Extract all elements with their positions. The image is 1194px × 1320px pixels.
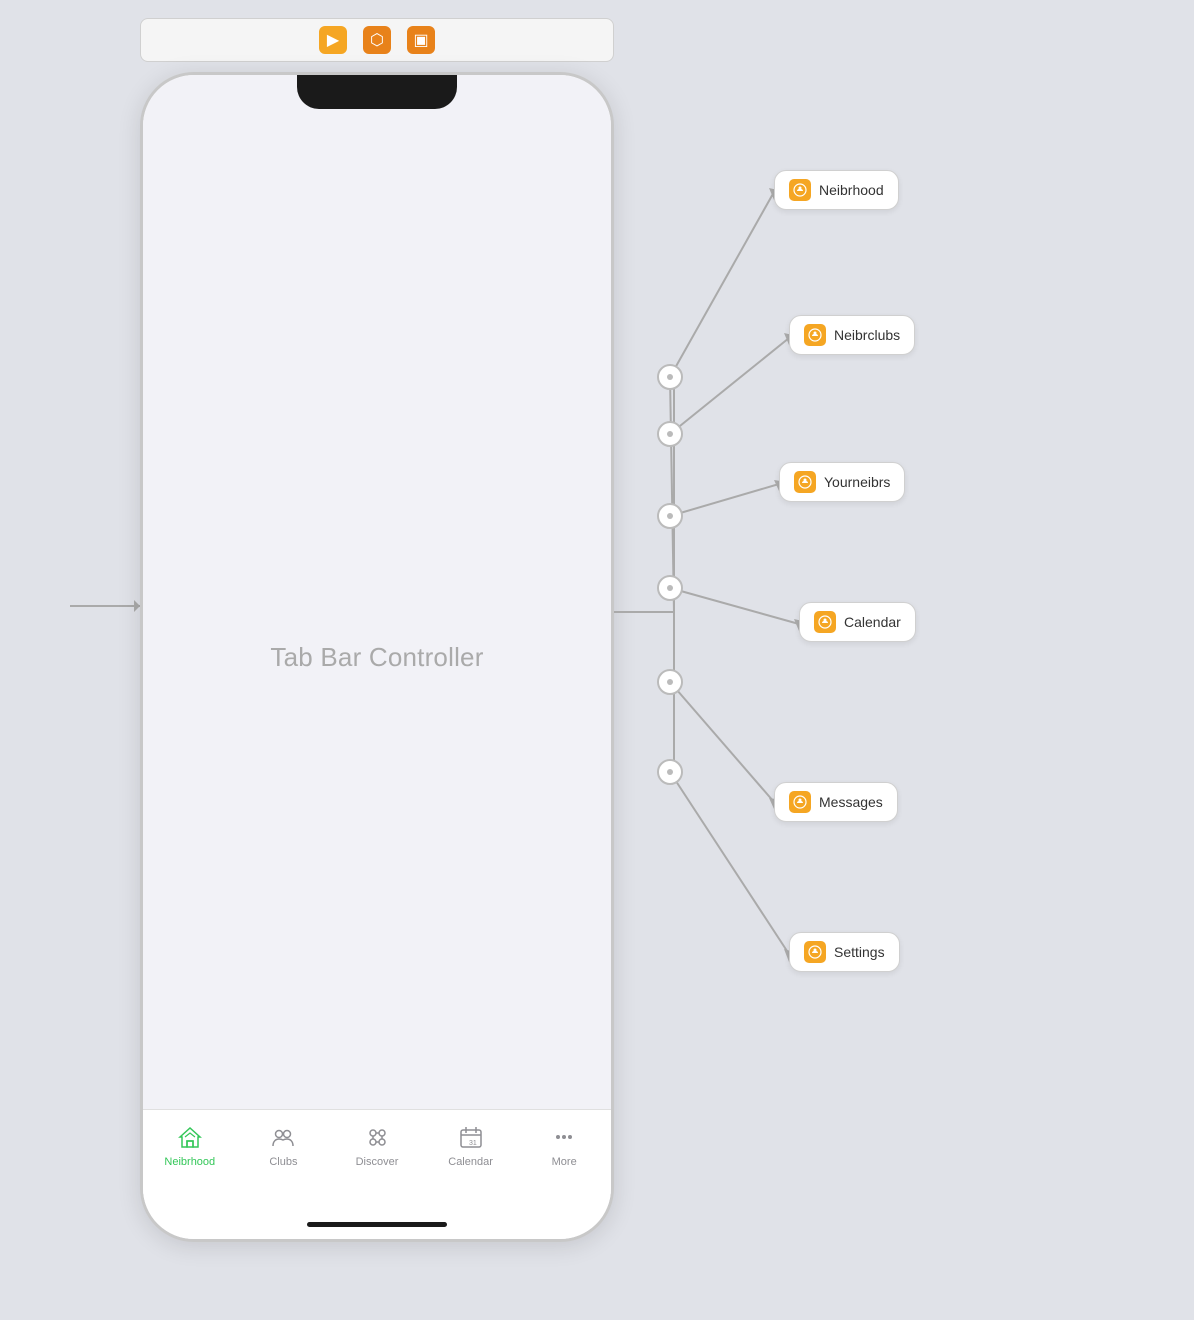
diagram-canvas: Neibrhood Neibrclubs Yourneibrs bbox=[614, 72, 1194, 1242]
tab-more[interactable]: More bbox=[517, 1122, 611, 1168]
scheme-icon[interactable]: ▣ bbox=[407, 26, 435, 54]
clubs-tab-icon bbox=[268, 1122, 298, 1152]
tab-bar: Neibrhood Clubs bbox=[143, 1109, 611, 1239]
clubs-tab-label: Clubs bbox=[269, 1156, 297, 1168]
messages-vc-label: Messages bbox=[819, 794, 883, 810]
home-indicator bbox=[307, 1222, 447, 1227]
vc-node-messages[interactable]: Messages bbox=[774, 782, 898, 822]
yourneibrs-vc-icon bbox=[794, 471, 816, 493]
connector-settings bbox=[657, 759, 683, 785]
xcode-toolbar: ▶ ⬡ ▣ bbox=[140, 18, 614, 62]
neibrhood-vc-label: Neibrhood bbox=[819, 182, 884, 198]
vc-node-settings[interactable]: Settings bbox=[789, 932, 900, 972]
vc-node-yourneibrs[interactable]: Yourneibrs bbox=[779, 462, 905, 502]
more-tab-label: More bbox=[552, 1156, 577, 1168]
svg-text:31: 31 bbox=[469, 1140, 477, 1147]
connector-yourneibrs bbox=[657, 503, 683, 529]
stop-icon[interactable]: ⬡ bbox=[363, 26, 391, 54]
connector-neibrclubs bbox=[657, 421, 683, 447]
settings-vc-label: Settings bbox=[834, 944, 885, 960]
yourneibrs-vc-label: Yourneibrs bbox=[824, 474, 890, 490]
connector-messages bbox=[657, 669, 683, 695]
connector-neibrhood bbox=[657, 364, 683, 390]
tab-bar-controller-label: Tab Bar Controller bbox=[270, 642, 483, 673]
more-tab-icon bbox=[549, 1122, 579, 1152]
vc-node-neibrclubs[interactable]: Neibrclubs bbox=[789, 315, 915, 355]
neibrhood-tab-label: Neibrhood bbox=[164, 1156, 215, 1168]
calendar-vc-label: Calendar bbox=[844, 614, 901, 630]
discover-tab-icon bbox=[362, 1122, 392, 1152]
tab-neibrhood[interactable]: Neibrhood bbox=[143, 1122, 237, 1168]
tab-calendar[interactable]: 31 Calendar bbox=[424, 1122, 518, 1168]
phone-frame: Tab Bar Controller Neibrhood bbox=[140, 72, 614, 1242]
neibrhood-vc-icon bbox=[789, 179, 811, 201]
entry-arrow bbox=[70, 605, 140, 607]
run-icon[interactable]: ▶ bbox=[319, 26, 347, 54]
settings-vc-icon bbox=[804, 941, 826, 963]
phone-notch bbox=[297, 75, 457, 109]
tab-clubs[interactable]: Clubs bbox=[237, 1122, 331, 1168]
phone-screen: Tab Bar Controller bbox=[143, 75, 611, 1239]
vc-node-calendar[interactable]: Calendar bbox=[799, 602, 916, 642]
vc-node-neibrhood[interactable]: Neibrhood bbox=[774, 170, 899, 210]
calendar-tab-icon: 31 bbox=[456, 1122, 486, 1152]
messages-vc-icon bbox=[789, 791, 811, 813]
neibrhood-tab-icon bbox=[175, 1122, 205, 1152]
tab-discover[interactable]: Discover bbox=[330, 1122, 424, 1168]
neibrclubs-vc-label: Neibrclubs bbox=[834, 327, 900, 343]
calendar-vc-icon bbox=[814, 611, 836, 633]
discover-tab-label: Discover bbox=[356, 1156, 399, 1168]
calendar-tab-label: Calendar bbox=[448, 1156, 493, 1168]
neibrclubs-vc-icon bbox=[804, 324, 826, 346]
connector-calendar bbox=[657, 575, 683, 601]
